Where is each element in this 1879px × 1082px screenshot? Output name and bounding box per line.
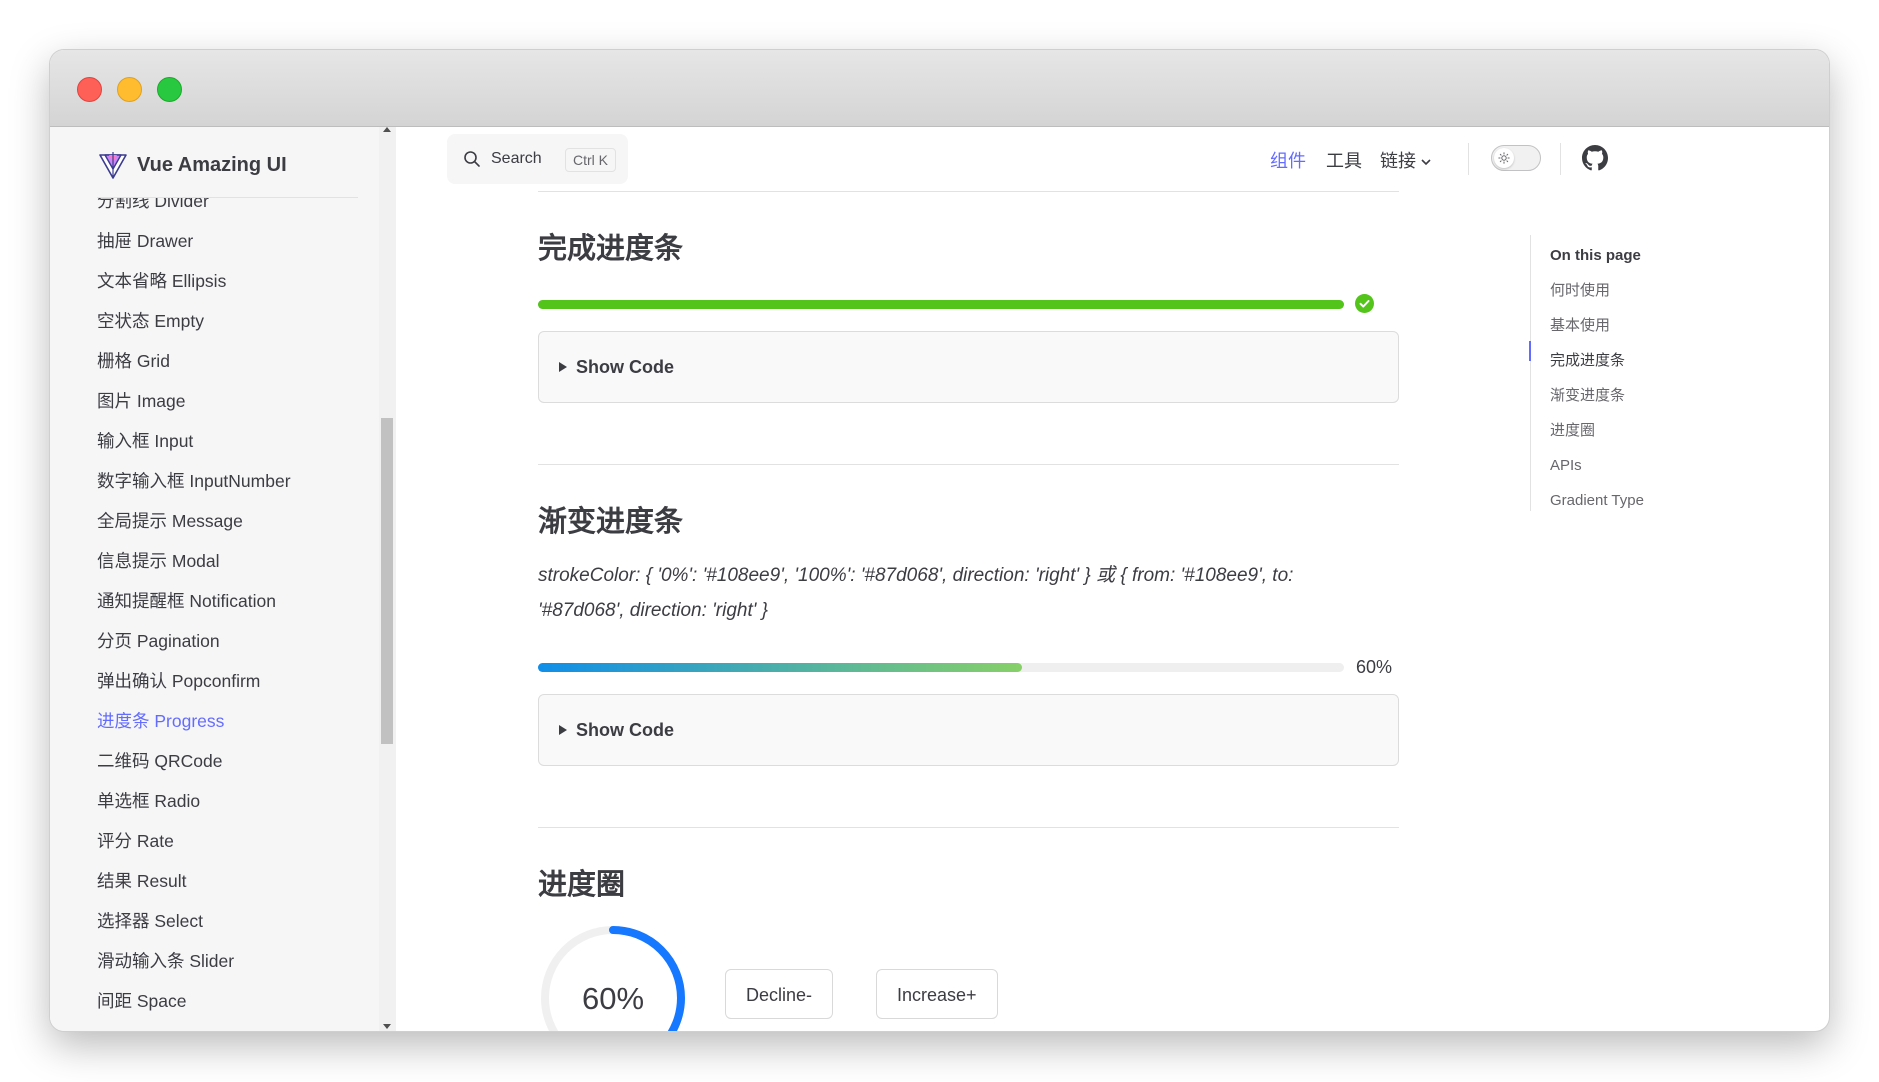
close-window-button[interactable] bbox=[77, 77, 102, 102]
toc-rail bbox=[1530, 235, 1531, 511]
doc-content: 完成进度条 Show Code 渐变进度条 strokeColor: { '0%… bbox=[538, 191, 1399, 1031]
maximize-window-button[interactable] bbox=[157, 77, 182, 102]
sidebar-item[interactable]: 单选框 Radio bbox=[97, 781, 291, 821]
search-label: Search bbox=[491, 150, 542, 167]
toc-item[interactable]: Gradient Type bbox=[1550, 483, 1644, 518]
sidebar: Vue Amazing UI 分割线 Divider 抽屉 Drawer 文本省略 … bbox=[50, 127, 396, 1031]
toc-item[interactable]: 基本使用 bbox=[1550, 308, 1644, 343]
progress-fill bbox=[538, 300, 1344, 309]
check-circle-icon bbox=[1355, 294, 1374, 313]
vue-logo-icon bbox=[99, 152, 127, 179]
sidebar-nav: 分割线 Divider 抽屉 Drawer 文本省略 Ellipsis 空状态 Emp… bbox=[50, 198, 379, 1031]
sidebar-item[interactable]: 评分 Rate bbox=[97, 821, 291, 861]
nav-link-tools[interactable]: 工具 bbox=[1326, 147, 1362, 173]
sidebar-item[interactable]: 全局提示 Message bbox=[97, 501, 291, 541]
sidebar-item[interactable]: 图片 Image bbox=[97, 381, 291, 421]
sidebar-item[interactable]: 空状态 Empty bbox=[97, 301, 291, 341]
progress-complete bbox=[538, 292, 1399, 316]
show-code-toggle[interactable]: Show Code bbox=[538, 331, 1399, 403]
sidebar-item[interactable]: 选择器 Select bbox=[97, 901, 291, 941]
show-code-toggle[interactable]: Show Code bbox=[538, 694, 1399, 766]
sidebar-item[interactable]: 间距 Space bbox=[97, 981, 291, 1021]
sidebar-item[interactable]: 二维码 QRCode bbox=[97, 741, 291, 781]
sidebar-item[interactable]: 滑动输入条 Slider bbox=[97, 941, 291, 981]
scroll-up-arrow-icon[interactable] bbox=[383, 127, 391, 132]
theme-knob bbox=[1494, 148, 1514, 168]
show-code-label: Show Code bbox=[576, 719, 674, 740]
description-line: strokeColor: { '0%': '#108ee9', '100%': … bbox=[538, 565, 1294, 586]
circle-percent-label: 60% bbox=[581, 981, 645, 1016]
sidebar-item[interactable]: 加载中 Spin bbox=[97, 1021, 291, 1031]
sidebar-item[interactable]: 分页 Pagination bbox=[97, 621, 291, 661]
section-divider bbox=[538, 464, 1399, 465]
nav-link-links-label: 链接 bbox=[1380, 151, 1416, 171]
nav-separator bbox=[1560, 143, 1561, 175]
increase-button[interactable]: Increase+ bbox=[876, 969, 998, 1019]
section-divider bbox=[538, 191, 1399, 192]
nav-link-links[interactable]: 链接 bbox=[1380, 147, 1432, 173]
chevron-down-icon bbox=[1421, 159, 1431, 166]
sidebar-item[interactable]: 弹出确认 Popconfirm bbox=[97, 661, 291, 701]
progress-circle-demo: 60% Decline- Increase+ bbox=[538, 923, 1399, 1031]
section-title-gradient: 渐变进度条 bbox=[538, 506, 684, 538]
toc-item[interactable]: 进度圈 bbox=[1550, 413, 1644, 448]
progress-track bbox=[538, 663, 1344, 672]
section-title-circle: 进度圈 bbox=[538, 869, 626, 901]
toc-item[interactable]: 渐变进度条 bbox=[1550, 378, 1644, 413]
toc-item[interactable]: 完成进度条 bbox=[1550, 343, 1644, 378]
gradient-description: strokeColor: { '0%': '#108ee9', '100%': … bbox=[538, 558, 1399, 628]
show-code-label: Show Code bbox=[576, 356, 674, 377]
description-line: '#87d068', direction: 'right' } bbox=[538, 600, 768, 621]
progress-gradient: 60% bbox=[538, 655, 1399, 679]
sidebar-item[interactable]: 进度条 Progress bbox=[97, 701, 291, 741]
search-button[interactable]: Search Ctrl K bbox=[447, 134, 628, 184]
progress-track bbox=[538, 300, 1344, 309]
sidebar-item[interactable]: 信息提示 Modal bbox=[97, 541, 291, 581]
toc-item[interactable]: 何时使用 bbox=[1550, 273, 1644, 308]
toc-item[interactable]: APIs bbox=[1550, 448, 1644, 483]
sidebar-item[interactable]: 文本省略 Ellipsis bbox=[97, 261, 291, 301]
sidebar-item[interactable]: 数字输入框 InputNumber bbox=[97, 461, 291, 501]
sidebar-item[interactable]: 分割线 Divider bbox=[97, 198, 291, 221]
sidebar-item[interactable]: 通知提醒框 Notification bbox=[97, 581, 291, 621]
window-titlebar bbox=[50, 50, 1829, 127]
brand-name: Vue Amazing UI bbox=[137, 153, 287, 176]
sidebar-item[interactable]: 栅格 Grid bbox=[97, 341, 291, 381]
sidebar-scrollbar[interactable] bbox=[379, 127, 396, 1031]
scrollbar-thumb[interactable] bbox=[381, 418, 393, 744]
search-shortcut: Ctrl K bbox=[565, 148, 616, 172]
decline-button[interactable]: Decline- bbox=[725, 969, 834, 1019]
github-icon[interactable] bbox=[1582, 145, 1608, 171]
sidebar-item[interactable]: 抽屉 Drawer bbox=[97, 221, 291, 261]
progress-fill bbox=[538, 663, 1022, 672]
search-icon bbox=[464, 151, 480, 167]
progress-percent-label: 60% bbox=[1356, 657, 1393, 677]
sidebar-item[interactable]: 结果 Result bbox=[97, 861, 291, 901]
sun-icon bbox=[1498, 152, 1510, 164]
toc-active-marker bbox=[1529, 341, 1531, 361]
theme-toggle[interactable] bbox=[1491, 145, 1541, 171]
caret-right-icon bbox=[559, 362, 567, 372]
nav-separator bbox=[1468, 143, 1469, 175]
top-navbar: Search Ctrl K 组件 工具 链接 bbox=[397, 127, 1829, 191]
minimize-window-button[interactable] bbox=[117, 77, 142, 102]
caret-right-icon bbox=[559, 725, 567, 735]
nav-link-components[interactable]: 组件 bbox=[1270, 147, 1306, 173]
sidebar-item[interactable]: 输入框 Input bbox=[97, 421, 291, 461]
brand-link[interactable]: Vue Amazing UI bbox=[97, 145, 287, 185]
scroll-down-arrow-icon[interactable] bbox=[383, 1024, 391, 1029]
browser-window: Vue Amazing UI 分割线 Divider 抽屉 Drawer 文本省略 … bbox=[50, 50, 1829, 1031]
section-title-complete: 完成进度条 bbox=[538, 233, 684, 265]
section-divider bbox=[538, 827, 1399, 828]
toc-title: On this page bbox=[1550, 247, 1641, 264]
